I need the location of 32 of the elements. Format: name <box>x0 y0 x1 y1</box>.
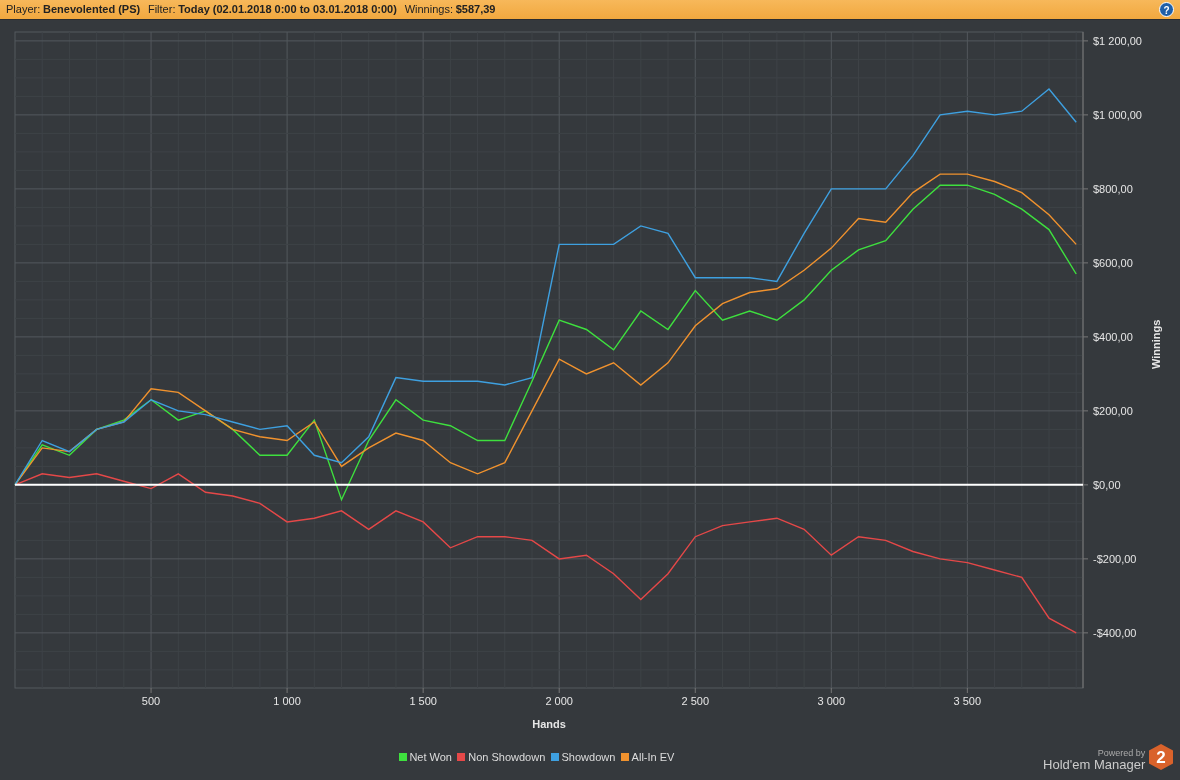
field-value: Today (02.01.2018 0:00 to 03.01.2018 0:00) <box>178 2 397 18</box>
help-button[interactable]: ? <box>1159 2 1174 17</box>
axis-tick-label: $0,00 <box>1093 478 1121 491</box>
legend-label[interactable]: All-In EV <box>631 748 675 766</box>
axis-tick-label: $800,00 <box>1093 182 1133 195</box>
axis-title: Winnings <box>1150 319 1162 369</box>
axis-tick-label: 2 500 <box>681 695 709 707</box>
axis-title: Hands <box>532 718 566 730</box>
field-label: Winnings: <box>404 2 453 18</box>
field-label: Player: <box>6 2 41 18</box>
axis-tick-label: 3 000 <box>817 695 846 707</box>
axis-tick-label: 500 <box>141 695 161 707</box>
axis-tick-label: -$200,00 <box>1093 552 1137 565</box>
product-name: Hold'em Manager <box>1043 758 1146 771</box>
axis-tick-label: 1 500 <box>409 695 437 707</box>
axis-tick-label: 3 500 <box>953 695 982 707</box>
field-label: Filter: <box>147 2 176 18</box>
axis-tick-label: -$400,00 <box>1093 626 1137 639</box>
field-value: Benevolented (PS) <box>43 2 141 18</box>
axis-tick-label: $1 000,00 <box>1093 108 1142 121</box>
axis-tick-label: $400,00 <box>1093 330 1133 343</box>
axis-tick-label: $200,00 <box>1093 404 1133 417</box>
axis-tick-label: 1 000 <box>273 695 301 707</box>
powered-by-text: Powered by <box>1097 749 1146 758</box>
field-value: $587,39 <box>455 2 496 18</box>
logo-badge: 2 <box>1148 743 1174 771</box>
axis-tick-label: $600,00 <box>1093 256 1133 269</box>
legend-label[interactable]: Non Showdown <box>468 748 546 766</box>
axis-tick-label: $1 200,00 <box>1093 34 1142 47</box>
legend-label[interactable]: Showdown <box>561 748 616 766</box>
legend-label[interactable]: Net Won <box>409 748 452 766</box>
axis-tick-label: 2 000 <box>545 695 573 707</box>
